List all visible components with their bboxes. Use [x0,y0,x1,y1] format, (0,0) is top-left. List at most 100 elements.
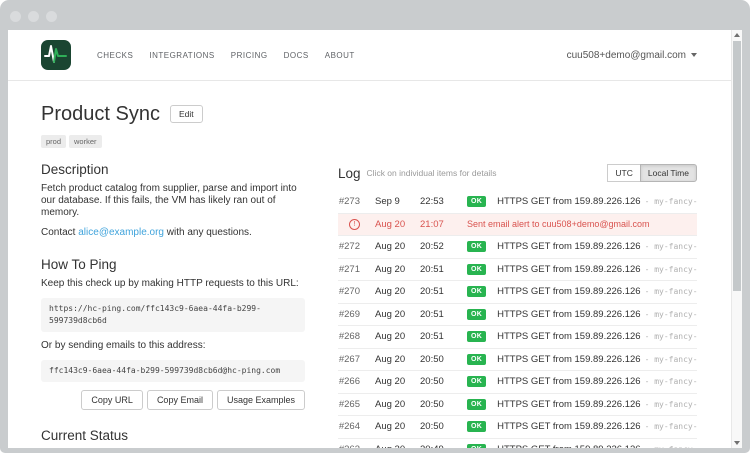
main-content: Product Sync Edit prodworker Description… [8,81,742,448]
window-control-dot [28,11,39,22]
chevron-down-icon [691,53,697,57]
log-row[interactable]: #263 Aug 20 20:49 OK HTTPS GET from 159.… [338,439,697,449]
log-column: Log Click on individual items for detail… [338,101,697,448]
ok-badge: OK [467,421,486,432]
log-event-text: HTTPS GET from 159.89.226.126 [497,264,640,275]
log-event-text: HTTPS GET from 159.89.226.126 [497,376,640,387]
log-time: 20:50 [420,354,458,365]
ping-number: #264 [338,421,360,432]
log-date: Aug 20 [375,354,420,365]
ping-number: #271 [338,264,360,275]
log-event-text: HTTPS GET from 159.89.226.126 [497,286,640,297]
log-row[interactable]: #264 Aug 20 20:50 OK HTTPS GET from 159.… [338,416,697,439]
log-row[interactable]: #271 Aug 20 20:51 OK HTTPS GET from 159.… [338,259,697,282]
nav-item[interactable]: CHECKS [97,51,133,60]
log-event-tail: - my-fancy-sy… [645,377,697,386]
log-time: 20:51 [420,331,458,342]
log-time: 20:51 [420,264,458,275]
log-row[interactable]: #266 Aug 20 20:50 OK HTTPS GET from 159.… [338,371,697,394]
log-event-tail: - my-fancy-sy… [645,400,697,409]
page-title: Product Sync [41,103,160,126]
log-event-text: HTTPS GET from 159.89.226.126 [497,399,640,410]
log-date: Aug 20 [375,444,420,448]
nav-item[interactable]: ABOUT [325,51,355,60]
log-row[interactable]: #269 Aug 20 20:51 OK HTTPS GET from 159.… [338,304,697,327]
ping-number: #268 [338,331,360,342]
nav-item[interactable]: DOCS [284,51,309,60]
page: CHECKS INTEGRATIONS PRICING DOCS ABOUT cuu50… [8,30,742,448]
pulse-icon [41,40,71,70]
log-time: 20:49 [420,444,458,448]
window-control-dot [10,11,21,22]
log-heading: Log [338,166,361,181]
ok-badge: OK [467,264,486,275]
log-time: 21:07 [420,219,458,230]
scroll-up-icon[interactable] [732,30,742,40]
log-time: 20:51 [420,286,458,297]
ping-action-button[interactable]: Usage Examples [217,390,305,410]
log-row[interactable]: #268 Aug 20 20:51 OK HTTPS GET from 159.… [338,326,697,349]
nav-item[interactable]: PRICING [231,51,268,60]
timezone-button[interactable]: Local Time [640,164,697,182]
log-row[interactable]: #267 Aug 20 20:50 OK HTTPS GET from 159.… [338,349,697,372]
description-text: Fetch product catalog from supplier, par… [41,183,305,219]
account-email: cuu508+demo@gmail.com [567,50,686,61]
nav-item[interactable]: INTEGRATIONS [149,51,214,60]
log-time: 20:51 [420,309,458,320]
scroll-down-icon[interactable] [732,438,742,448]
log-event-text: HTTPS GET from 159.89.226.126 [497,241,640,252]
log-event-text: HTTPS GET from 159.89.226.126 [497,421,640,432]
description-heading: Description [41,162,305,177]
http-instruction: Keep this check up by making HTTP reques… [41,278,305,290]
ping-number: #272 [338,241,360,252]
exclamation-circle-icon: ! [338,219,360,230]
log-event-tail: - my-fancy-sy… [645,355,697,364]
log-row[interactable]: ! Aug 20 21:07 Sent email alert to cuu50… [338,214,697,237]
browser-window: CHECKS INTEGRATIONS PRICING DOCS ABOUT cuu50… [0,0,750,453]
ok-badge: OK [467,354,486,365]
email-instruction: Or by sending emails to this address: [41,340,305,352]
log-event-tail: - my-fancy-sy… [645,445,697,448]
window-control-dot [46,11,57,22]
log-event-text: HTTPS GET from 159.89.226.126 [497,354,640,365]
app-logo[interactable] [41,40,71,70]
account-menu[interactable]: cuu508+demo@gmail.com [567,50,697,61]
log-event-tail: - my-fancy-sy… [645,265,697,274]
log-subtitle: Click on individual items for details [367,168,497,178]
ping-number: #273 [338,196,360,207]
log-event-text: HTTPS GET from 159.89.226.126 [497,196,640,207]
edit-button[interactable]: Edit [170,105,203,123]
page-scrollbar[interactable] [731,30,742,448]
window-controls [10,11,57,22]
ping-action-button[interactable]: Copy URL [81,390,143,410]
log-row[interactable]: #265 Aug 20 20:50 OK HTTPS GET from 159.… [338,394,697,417]
tag-list: prodworker [41,131,305,144]
scrollbar-thumb[interactable] [733,41,741,291]
contact-prefix: Contact [41,227,78,238]
log-row[interactable]: #273 Sep 9 22:53 OK HTTPS GET from 159.8… [338,191,697,214]
ping-actions: Copy URLCopy EmailUsage Examples [41,390,305,410]
log-event-text: HTTPS GET from 159.89.226.126 [497,309,640,320]
ping-number: #270 [338,286,360,297]
ping-email-code: ffc143c9-6aea-44fa-b299-599739d8cb6d@hc-… [41,360,305,382]
contact-text: Contact alice@example.org with any quest… [41,227,305,239]
ping-number: #265 [338,399,360,410]
log-row[interactable]: #270 Aug 20 20:51 OK HTTPS GET from 159.… [338,281,697,304]
log-date: Sep 9 [375,196,420,207]
timezone-button[interactable]: UTC [607,164,640,182]
log-time: 20:50 [420,421,458,432]
log-event-text: HTTPS GET from 159.89.226.126 [497,444,640,448]
ping-action-button[interactable]: Copy Email [147,390,213,410]
log-date: Aug 20 [375,331,420,342]
log-row[interactable]: #272 Aug 20 20:52 OK HTTPS GET from 159.… [338,236,697,259]
log-event-tail: - my-fancy-sy… [645,422,697,431]
log-event-text: HTTPS GET from 159.89.226.126 [497,331,640,342]
ok-badge: OK [467,444,486,448]
contact-email-link[interactable]: alice@example.org [78,227,164,238]
nav-menu: CHECKS INTEGRATIONS PRICING DOCS ABOUT [81,51,355,60]
log-event-text: Sent email alert to cuu508+demo@gmail.co… [467,219,649,229]
log-date: Aug 20 [375,399,420,410]
timezone-toggle: UTCLocal Time [608,164,697,182]
ping-number: #269 [338,309,360,320]
how-to-ping-heading: How To Ping [41,257,305,272]
